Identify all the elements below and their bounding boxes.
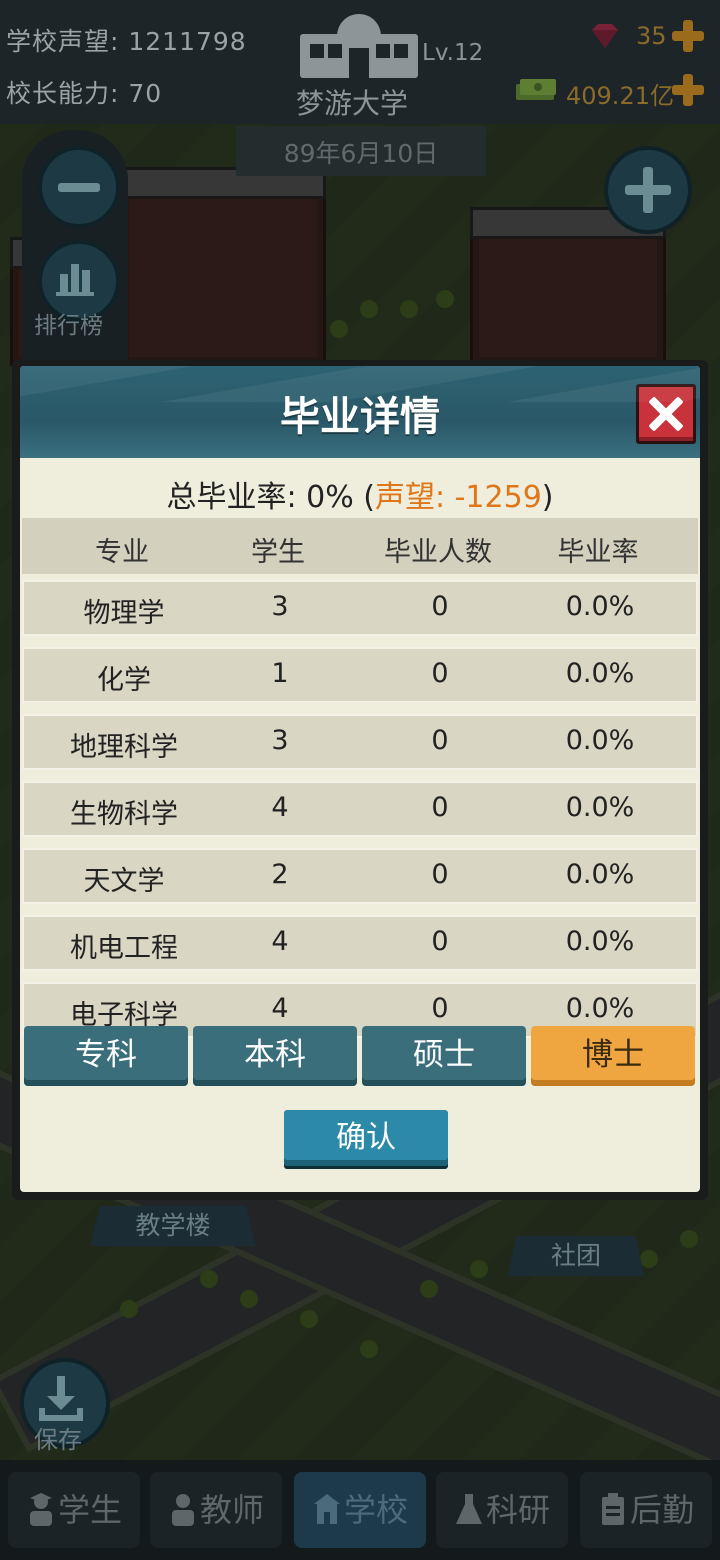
nav-research-label: 科研 bbox=[485, 1491, 550, 1529]
row-students: 2 bbox=[271, 859, 289, 890]
nav-logistics[interactable]: 后勤 bbox=[580, 1472, 712, 1548]
table-row: 天文学 2 0 0.0% bbox=[22, 848, 698, 904]
row-students: 4 bbox=[271, 993, 289, 1024]
row-major: 机电工程 bbox=[70, 933, 178, 964]
dialog-body: 毕业详情 总毕业率: 0% (声望: -1259) 专业 学生 毕业人数 毕业率… bbox=[20, 366, 700, 1192]
row-graduation-rate: 0.0% bbox=[565, 926, 635, 957]
zoom-in-button[interactable] bbox=[604, 146, 692, 234]
column-students: 学生 bbox=[251, 537, 305, 568]
bar-chart-icon bbox=[56, 264, 94, 296]
tab-junior-college[interactable]: 专科 bbox=[24, 1026, 188, 1086]
row-major: 物理学 bbox=[83, 598, 165, 629]
summary-reputation: 声望: -1259 bbox=[374, 480, 542, 515]
row-graduation-rate: 0.0% bbox=[565, 725, 635, 756]
game-date: 89年6月10日 bbox=[283, 139, 439, 168]
column-major: 专业 bbox=[95, 537, 149, 568]
row-graduates: 0 bbox=[431, 591, 449, 622]
teacher-icon bbox=[171, 1494, 194, 1526]
column-graduates: 毕业人数 bbox=[384, 537, 492, 568]
nav-logistics-label: 后勤 bbox=[629, 1491, 694, 1529]
dialog-header: 毕业详情 bbox=[20, 366, 700, 458]
student-icon bbox=[29, 1493, 52, 1526]
school-level: Lv.12 bbox=[422, 40, 484, 66]
column-graduation-rate: 毕业率 bbox=[557, 537, 639, 568]
table-row: 物理学 3 0 0.0% bbox=[22, 580, 698, 636]
zoom-out-button[interactable] bbox=[38, 146, 120, 228]
row-graduation-rate: 0.0% bbox=[565, 993, 635, 1024]
row-students: 4 bbox=[271, 792, 289, 823]
nav-school[interactable]: 学校 bbox=[294, 1472, 426, 1548]
school-reputation: 学校声望: 1211798 bbox=[6, 27, 247, 56]
row-students: 3 bbox=[271, 725, 289, 756]
row-major: 地理科学 bbox=[70, 732, 178, 763]
teaching-building-label[interactable]: 教学楼 bbox=[90, 1206, 256, 1246]
row-graduates: 0 bbox=[431, 725, 449, 756]
table-row: 地理科学 3 0 0.0% bbox=[22, 714, 698, 770]
table-row: 生物科学 4 0 0.0% bbox=[22, 781, 698, 837]
nav-research[interactable]: 科研 bbox=[436, 1472, 568, 1548]
confirm-button[interactable]: 确认 bbox=[284, 1110, 448, 1166]
row-graduates: 0 bbox=[431, 792, 449, 823]
summary-rate: 总毕业率: 0% ( bbox=[166, 480, 375, 515]
principal-ability: 校长能力: 70 bbox=[6, 79, 163, 108]
row-students: 3 bbox=[271, 591, 289, 622]
graduation-summary: 总毕业率: 0% (声望: -1259) bbox=[20, 472, 700, 516]
bottom-navigation: 学生 教师 学校 科研 后勤 bbox=[0, 1460, 720, 1560]
tab-master[interactable]: 硕士 bbox=[362, 1026, 526, 1086]
close-button[interactable] bbox=[636, 384, 696, 444]
dialog-title: 毕业详情 bbox=[280, 394, 440, 440]
row-students: 1 bbox=[271, 658, 289, 689]
row-graduation-rate: 0.0% bbox=[565, 859, 635, 890]
game-date-bar: 89年6月10日 bbox=[236, 126, 486, 176]
money-icon bbox=[516, 79, 556, 100]
row-graduates: 0 bbox=[431, 859, 449, 890]
row-graduates: 0 bbox=[431, 993, 449, 1024]
school-name: 梦游大学 bbox=[296, 87, 409, 120]
row-graduates: 0 bbox=[431, 926, 449, 957]
nav-students-label: 学生 bbox=[57, 1491, 122, 1529]
tab-doctorate[interactable]: 博士 bbox=[531, 1026, 695, 1086]
add-gems-plus-icon[interactable] bbox=[672, 20, 704, 52]
table-row: 化学 1 0 0.0% bbox=[22, 647, 698, 703]
degree-tabs: 专科 本科 硕士 博士 bbox=[24, 1026, 696, 1088]
row-students: 4 bbox=[271, 926, 289, 957]
flask-icon bbox=[455, 1494, 482, 1524]
club-label[interactable]: 社团 bbox=[508, 1236, 644, 1276]
save-label: 保存 bbox=[34, 1426, 82, 1454]
clipboard-icon bbox=[601, 1493, 624, 1525]
gem-count: 35 bbox=[636, 22, 667, 50]
nav-teachers-label: 教师 bbox=[199, 1491, 264, 1529]
row-graduation-rate: 0.0% bbox=[565, 591, 635, 622]
top-hud: 学校声望: 1211798 校长能力: 70 Lv.12 梦游大学 35 409… bbox=[0, 0, 720, 124]
school-building-icon[interactable] bbox=[300, 8, 418, 78]
nav-students[interactable]: 学生 bbox=[8, 1472, 140, 1548]
summary-close: ) bbox=[541, 480, 554, 515]
nav-school-label: 学校 bbox=[343, 1491, 408, 1529]
table-row: 机电工程 4 0 0.0% bbox=[22, 915, 698, 971]
row-graduates: 0 bbox=[431, 658, 449, 689]
row-major: 天文学 bbox=[83, 866, 165, 897]
nav-teachers[interactable]: 教师 bbox=[150, 1472, 282, 1548]
row-graduation-rate: 0.0% bbox=[565, 792, 635, 823]
add-money-plus-icon[interactable] bbox=[672, 74, 704, 106]
row-major: 生物科学 bbox=[70, 799, 178, 830]
graduation-details-dialog: 毕业详情 总毕业率: 0% (声望: -1259) 专业 学生 毕业人数 毕业率… bbox=[12, 360, 708, 1200]
minus-icon bbox=[58, 183, 100, 192]
row-graduation-rate: 0.0% bbox=[565, 658, 635, 689]
major-table: 物理学 3 0 0.0% 化学 1 0 0.0% 地理科学 3 0 0.0% 生物科学 4 0 0.0% 天文学… bbox=[22, 580, 698, 1049]
leaderboard-label: 排行榜 bbox=[34, 313, 103, 339]
table-header: 专业 学生 毕业人数 毕业率 bbox=[22, 518, 698, 574]
school-icon bbox=[313, 1494, 340, 1524]
money-count: 409.21亿 bbox=[566, 82, 674, 110]
gem-icon bbox=[592, 24, 618, 48]
tab-undergraduate[interactable]: 本科 bbox=[193, 1026, 357, 1086]
row-major: 化学 bbox=[97, 665, 151, 696]
